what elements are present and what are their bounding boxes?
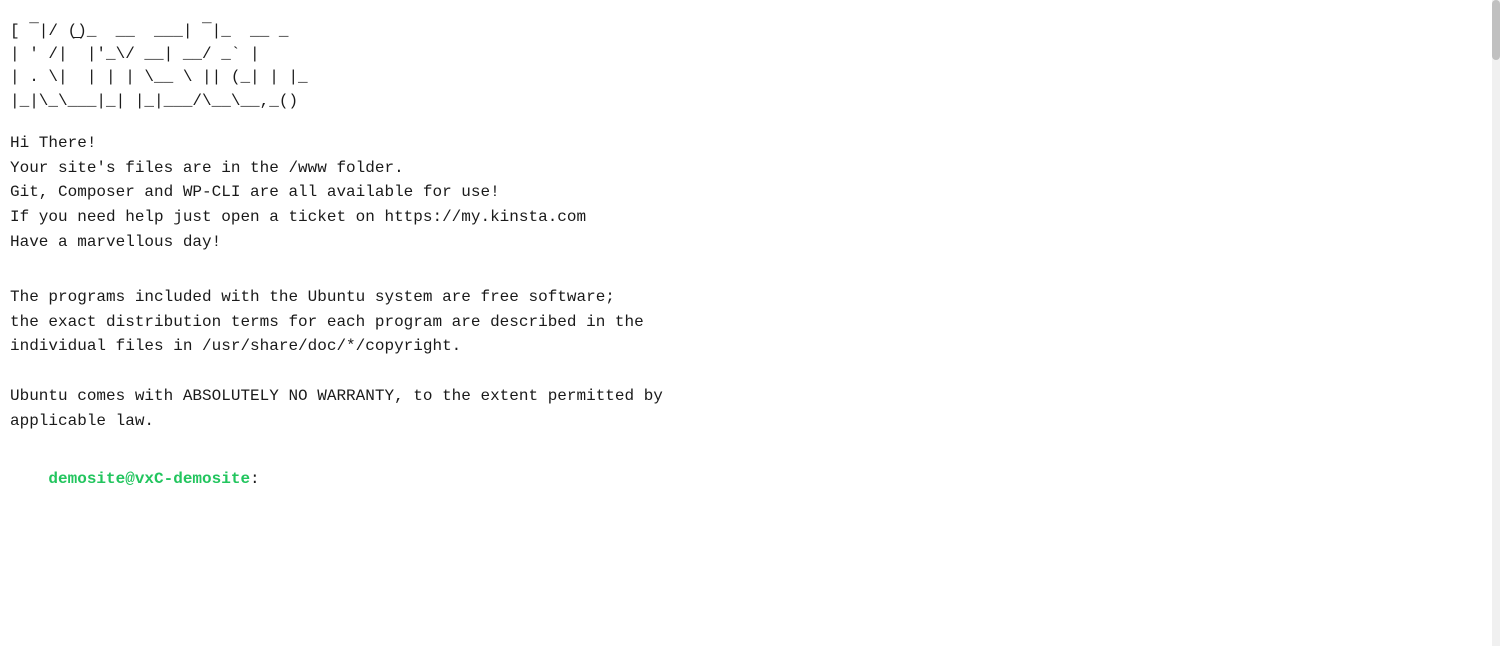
- legal-message: The programs included with the Ubuntu sy…: [10, 285, 1484, 434]
- ascii-art-logo: [ ¯|/ (̲)_ __ ___| ¯|_ __ _ | ' /| |'_\/…: [10, 20, 1484, 113]
- welcome-message: Hi There! Your site's files are in the /…: [10, 131, 1484, 255]
- terminal-window: [ ¯|/ (̲)_ __ ___| ¯|_ __ _ | ' /| |'_\/…: [10, 20, 1484, 506]
- prompt-username: demosite@vxC-demosite: [48, 470, 250, 488]
- prompt-colon: :: [250, 470, 260, 488]
- terminal-prompt[interactable]: demosite@vxC-demosite:: [10, 452, 1484, 506]
- scrollbar[interactable]: [1492, 0, 1500, 646]
